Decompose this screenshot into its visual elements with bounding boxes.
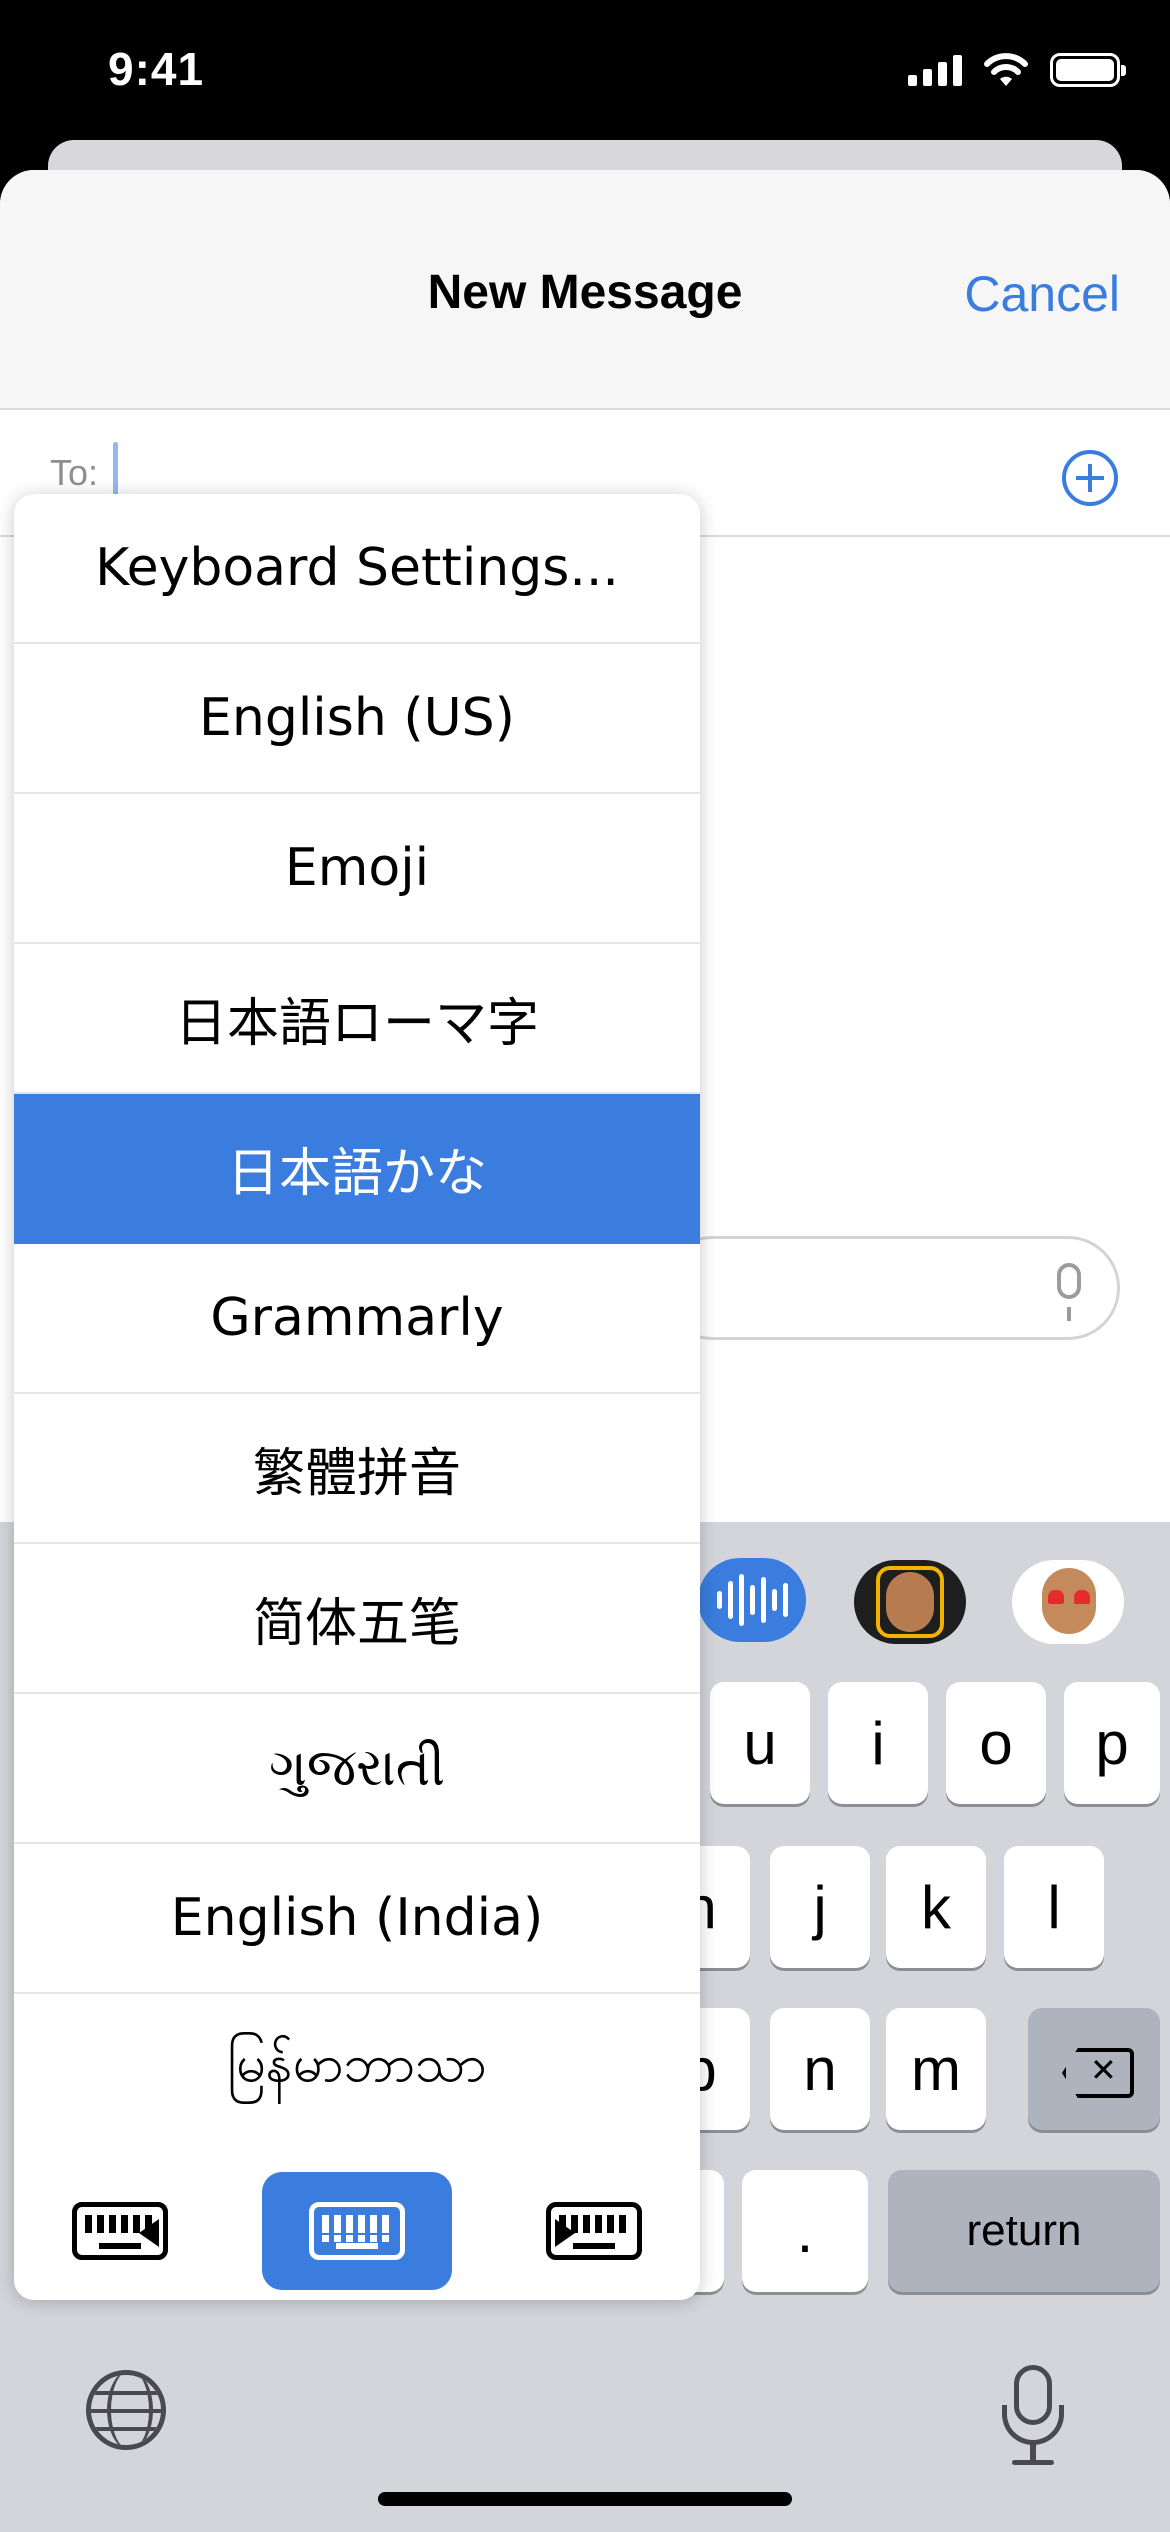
status-icons: [908, 52, 1126, 88]
memoji-stickers-icon[interactable]: [1012, 1560, 1124, 1644]
dictation-microphone-base: [1012, 2460, 1054, 2465]
home-indicator[interactable]: [378, 2492, 792, 2506]
message-input[interactable]: [660, 1236, 1120, 1340]
key-l[interactable]: l: [1004, 1846, 1104, 1968]
globe-icon[interactable]: [86, 2370, 166, 2450]
menu-item-keyboard-settings[interactable]: Keyboard Settings...: [14, 494, 700, 644]
key-m[interactable]: m: [886, 2008, 986, 2130]
right-handed-keyboard-button[interactable]: [534, 2172, 654, 2290]
keyboard-right-icon: [546, 2202, 642, 2260]
menu-item-traditional-pinyin[interactable]: 繁體拼音: [14, 1394, 700, 1544]
sheet-header: New Message Cancel: [0, 170, 1170, 410]
key-u[interactable]: u: [710, 1682, 810, 1804]
memoji-icon[interactable]: [854, 1560, 966, 1644]
signal-icon: [908, 54, 962, 86]
key-p[interactable]: p: [1064, 1682, 1160, 1804]
keyboard-left-icon: [72, 2202, 168, 2260]
status-bar: 9:41: [0, 0, 1170, 150]
backspace-icon: ✕: [1062, 2048, 1126, 2090]
key-k[interactable]: k: [886, 1846, 986, 1968]
to-label: To:: [50, 452, 99, 493]
battery-icon: [1050, 53, 1126, 87]
text-caret: [113, 442, 118, 498]
return-key[interactable]: return: [888, 2170, 1160, 2292]
keyboard-mode-row: [14, 2144, 700, 2300]
wifi-icon: [984, 53, 1028, 86]
add-contact-icon[interactable]: [1062, 450, 1118, 506]
key-o[interactable]: o: [946, 1682, 1046, 1804]
key-j[interactable]: j: [770, 1846, 870, 1968]
cancel-button[interactable]: Cancel: [964, 265, 1120, 323]
menu-item-english-india[interactable]: English (India): [14, 1844, 700, 1994]
audio-messages-icon[interactable]: [698, 1558, 806, 1642]
menu-item-simplified-wubi[interactable]: 简体五笔: [14, 1544, 700, 1694]
backspace-key[interactable]: ✕: [1028, 2008, 1160, 2130]
keyboard-language-menu: Keyboard Settings... English (US) Emoji …: [14, 494, 700, 2300]
menu-item-grammarly[interactable]: Grammarly: [14, 1244, 700, 1394]
key-period[interactable]: .: [742, 2170, 868, 2292]
keyboard-icon: [309, 2202, 405, 2260]
menu-item-english-us[interactable]: English (US): [14, 644, 700, 794]
menu-item-japanese-kana[interactable]: 日本語かな: [14, 1094, 700, 1244]
menu-item-japanese-romaji[interactable]: 日本語ローマ字: [14, 944, 700, 1094]
left-handed-keyboard-button[interactable]: [60, 2172, 180, 2290]
status-time: 9:41: [108, 43, 205, 95]
full-keyboard-button[interactable]: [262, 2172, 452, 2290]
menu-item-emoji[interactable]: Emoji: [14, 794, 700, 944]
key-i[interactable]: i: [828, 1682, 928, 1804]
menu-item-burmese[interactable]: မြန်မာဘာသာ: [14, 1994, 700, 2144]
microphone-icon[interactable]: [1057, 1263, 1081, 1321]
key-n[interactable]: n: [770, 2008, 870, 2130]
menu-item-gujarati[interactable]: ગુજરાતી: [14, 1694, 700, 1844]
